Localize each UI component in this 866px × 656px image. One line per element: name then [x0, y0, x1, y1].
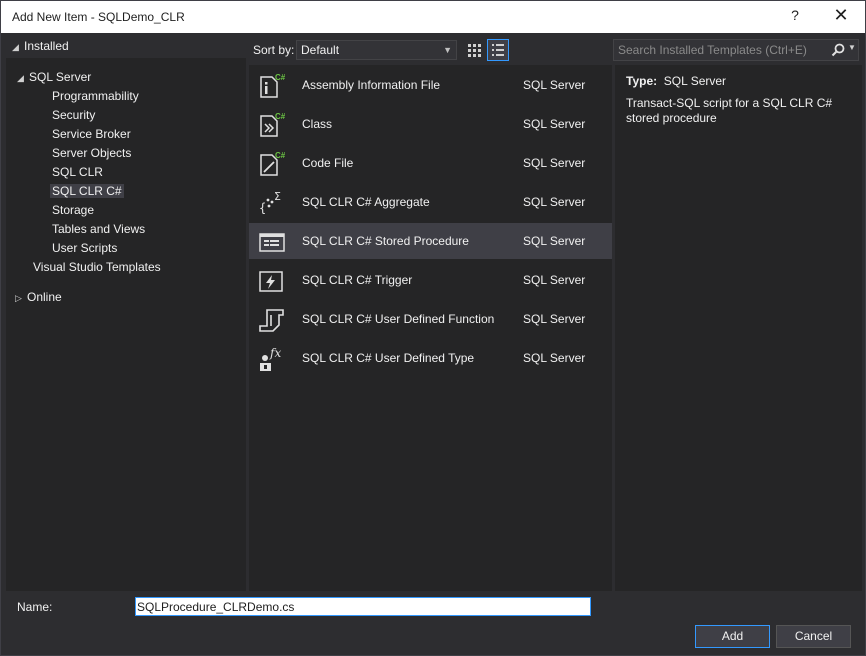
search-input[interactable] [618, 42, 824, 58]
tree-node-tables-and-views[interactable]: Tables and Views [52, 220, 145, 239]
tree-node-programmability[interactable]: Programmability [52, 87, 139, 106]
tree-node-sql-server[interactable]: ◢ SQL Server [17, 68, 91, 87]
template-name: SQL CLR C# Stored Procedure [302, 234, 469, 248]
template-item[interactable]: SQL CLR C# User Defined Function SQL Ser… [249, 301, 612, 337]
tree-node-label: SQL CLR C# [50, 184, 124, 198]
tree-node-label: Server Objects [52, 146, 132, 160]
details-type-label: Type: [626, 74, 658, 88]
name-label: Name: [17, 600, 53, 614]
cancel-button[interactable]: Cancel [776, 625, 851, 648]
trigger-icon [259, 271, 283, 292]
template-name: Assembly Information File [302, 78, 441, 92]
tree-node-label: Service Broker [52, 127, 131, 141]
small-icons-view-button[interactable] [463, 39, 485, 61]
template-name: Code File [302, 156, 354, 170]
svg-text:C#: C# [275, 151, 285, 160]
template-type: SQL Server [523, 312, 586, 326]
user-defined-function-icon [259, 309, 284, 332]
template-item-selected[interactable]: SQL CLR C# Stored Procedure SQL Server [249, 223, 612, 259]
template-item[interactable]: fx SQL CLR C# User Defined Type SQL Serv… [249, 340, 612, 376]
tree-node-security[interactable]: Security [52, 106, 95, 125]
template-list: C# Assembly Information File SQL Server … [249, 65, 612, 591]
user-defined-type-icon: fx [260, 346, 281, 371]
template-type: SQL Server [523, 351, 586, 365]
template-tree: ◢ Installed ◢ SQL Server Programmability S… [6, 36, 246, 591]
template-type: SQL Server [523, 195, 586, 209]
tree-node-label: Online [27, 290, 62, 304]
template-type: SQL Server [523, 156, 586, 170]
tree-node-online[interactable]: ▷ Online [15, 288, 62, 307]
template-details: Type: SQL Server Transact-SQL script for… [615, 65, 862, 591]
chevron-down-icon: ▼ [443, 45, 452, 55]
template-type: SQL Server [523, 78, 586, 92]
medium-icons-view-button[interactable] [487, 39, 509, 61]
template-item[interactable]: C# Assembly Information File SQL Server [249, 67, 612, 103]
close-button[interactable]: ✕ [831, 5, 851, 29]
add-button[interactable]: Add [695, 625, 770, 648]
tree-node-label: Tables and Views [52, 222, 146, 236]
template-type: SQL Server [523, 273, 586, 287]
tree-node-label: Security [52, 108, 96, 122]
tree-node-label: SQL CLR [52, 165, 103, 179]
collapsed-arrow-icon[interactable]: ▷ [15, 289, 27, 308]
expanded-arrow-icon[interactable]: ◢ [17, 69, 29, 88]
sort-by-label: Sort by: [253, 43, 295, 57]
assembly-info-file-icon: C# [260, 73, 285, 98]
template-name: SQL CLR C# User Defined Type [302, 351, 475, 365]
search-options-chevron-icon[interactable]: ▼ [848, 43, 856, 52]
help-button[interactable]: ? [787, 7, 803, 27]
tree-node-label: User Scripts [52, 241, 118, 255]
template-item[interactable]: C# Code File SQL Server [249, 145, 612, 181]
template-item[interactable]: SQL CLR C# Trigger SQL Server [249, 262, 612, 298]
template-name: SQL CLR C# User Defined Function [302, 312, 495, 326]
add-new-item-dialog: Add New Item - SQLDemo_CLR ? ✕ ◢ Installe… [0, 0, 866, 656]
template-type: SQL Server [523, 234, 586, 248]
sort-by-dropdown[interactable]: Default ▼ [296, 40, 457, 60]
template-item[interactable]: { Σ SQL CLR C# Aggregate SQL Server [249, 184, 612, 220]
svg-text:fx: fx [269, 346, 281, 360]
tree-node-label: SQL Server [29, 70, 92, 84]
svg-text:C#: C# [275, 112, 285, 121]
class-file-icon: C# [260, 112, 285, 137]
svg-text:C#: C# [275, 73, 285, 82]
tree-node-sql-clr[interactable]: SQL CLR [52, 163, 103, 182]
tree-node-installed[interactable]: ◢ Installed [12, 37, 69, 56]
aggregate-icon: { Σ [259, 190, 281, 215]
template-name: Class [302, 117, 333, 131]
tree-node-sql-clr-csharp[interactable]: SQL CLR C# [50, 182, 124, 201]
title-bar: Add New Item - SQLDemo_CLR ? ✕ [1, 1, 865, 33]
svg-text:Σ: Σ [274, 190, 281, 203]
template-name: SQL CLR C# Trigger [302, 273, 413, 287]
file-name-input[interactable] [135, 597, 591, 616]
template-name: SQL CLR C# Aggregate [302, 195, 430, 209]
details-type: Type: SQL Server [626, 74, 726, 88]
svg-text:{: { [259, 201, 266, 215]
search-icon[interactable] [830, 42, 846, 58]
details-description: Transact-SQL script for a SQL CLR C# sto… [626, 96, 833, 125]
tree-node-visual-studio-templates[interactable]: Visual Studio Templates [33, 258, 161, 277]
tree-node-storage[interactable]: Storage [52, 201, 94, 220]
search-templates-box[interactable]: ▼ [613, 39, 859, 61]
grid-view-icon [468, 44, 481, 57]
stored-procedure-icon [259, 233, 285, 252]
template-type: SQL Server [523, 117, 586, 131]
template-item[interactable]: C# Class SQL Server [249, 106, 612, 142]
tree-node-label: Visual Studio Templates [33, 260, 161, 274]
code-file-icon: C# [260, 151, 285, 176]
tree-node-user-scripts[interactable]: User Scripts [52, 239, 117, 258]
expanded-arrow-icon[interactable]: ◢ [12, 38, 24, 57]
window-title: Add New Item - SQLDemo_CLR [12, 10, 185, 24]
tree-node-server-objects[interactable]: Server Objects [52, 144, 131, 163]
tree-node-label: Storage [52, 203, 95, 217]
sort-by-value: Default [301, 43, 340, 57]
details-type-value: SQL Server [663, 74, 727, 88]
list-view-icon [492, 44, 504, 56]
tree-node-label: Installed [24, 39, 69, 53]
tree-node-service-broker[interactable]: Service Broker [52, 125, 131, 144]
tree-node-label: Programmability [52, 89, 139, 103]
